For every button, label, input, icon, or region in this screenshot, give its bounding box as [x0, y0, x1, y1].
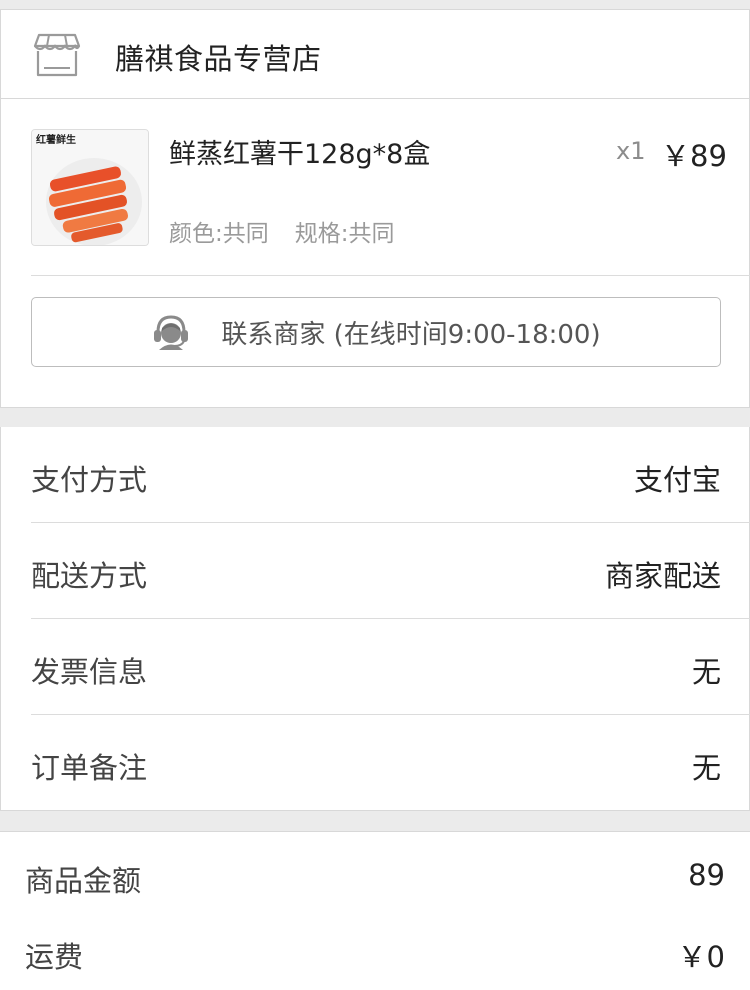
payment-method-value: 支付宝: [633, 463, 721, 497]
product-spec: 颜色:共同 规格:共同: [169, 214, 395, 248]
order-info-card: 支付方式 支付宝 配送方式 商家配送 发票信息 无 订单备注 无: [0, 427, 750, 811]
goods-amount-label: 商品金额: [25, 864, 142, 898]
product-image[interactable]: 红薯鲜生: [31, 129, 149, 246]
goods-amount-row: 商品金额 89: [0, 832, 750, 898]
store-name: 膳祺食品专营店: [115, 42, 322, 76]
delivery-method-value: 商家配送: [604, 559, 721, 593]
invoice-info-row[interactable]: 发票信息 无: [1, 619, 750, 715]
product-quantity: x1: [616, 137, 646, 165]
goods-amount-value: 89: [688, 858, 725, 892]
customer-service-icon: [154, 315, 189, 350]
section-gap: [0, 811, 750, 831]
thumb-brand-text: 红薯鲜生: [36, 133, 76, 146]
payment-method-label: 支付方式: [31, 463, 148, 497]
shipping-fee-row: 运费 ￥0: [0, 908, 750, 974]
product-title[interactable]: 鲜蒸红薯干128g*8盒: [169, 132, 430, 171]
contact-seller-label: 联系商家 (在线时间9:00-18:00): [221, 319, 601, 350]
contact-seller-button[interactable]: 联系商家 (在线时间9:00-18:00): [31, 297, 721, 367]
invoice-info-label: 发票信息: [31, 655, 148, 689]
product-price: ￥89: [661, 139, 727, 173]
order-note-value: 无: [691, 751, 721, 785]
order-note-label: 订单备注: [31, 751, 148, 785]
section-gap: [0, 407, 750, 427]
product-color-spec: 颜色:共同: [169, 221, 269, 247]
shipping-fee-label: 运费: [25, 940, 84, 974]
divider: [31, 275, 750, 276]
sweet-potato-image: 红薯鲜生: [32, 130, 148, 245]
shipping-fee-value: ￥0: [677, 940, 725, 974]
delivery-method-row[interactable]: 配送方式 商家配送: [1, 523, 750, 619]
product-card: 红薯鲜生 鲜蒸红薯干128g*8盒 颜色:共同 规格:共同 x1 ￥89 联系商家…: [0, 99, 750, 407]
order-note-row[interactable]: 订单备注 无: [1, 715, 750, 811]
store-header[interactable]: 膳祺食品专营店: [0, 9, 750, 99]
product-size-spec: 规格:共同: [294, 221, 395, 247]
invoice-info-value: 无: [691, 655, 721, 689]
delivery-method-label: 配送方式: [31, 559, 148, 593]
store-icon: [33, 33, 81, 77]
payment-method-row[interactable]: 支付方式 支付宝: [1, 427, 750, 523]
price-summary-card: 商品金额 89 运费 ￥0: [0, 831, 750, 990]
